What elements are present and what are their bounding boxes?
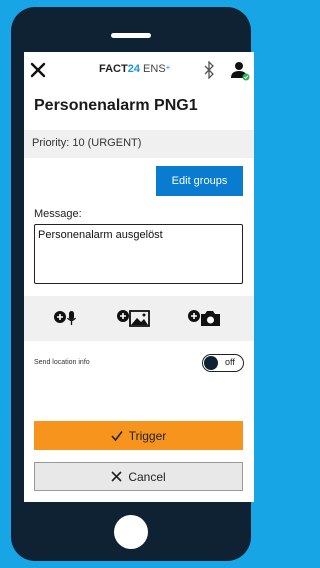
edit-groups-button[interactable]: Edit groups: [156, 166, 243, 196]
add-voice-icon[interactable]: [54, 309, 78, 327]
home-button[interactable]: [114, 515, 148, 549]
location-label: Send location info: [34, 359, 90, 366]
app-screen: FACT24 ENS+ Personenalarm PNG1 Priority:…: [24, 52, 254, 502]
logo-24: 24: [127, 63, 140, 75]
add-image-icon[interactable]: [117, 309, 151, 327]
logo-ens: ENS: [139, 63, 166, 75]
user-icon[interactable]: [230, 61, 250, 81]
trigger-button[interactable]: Trigger: [34, 421, 243, 450]
page-title: Personenalarm PNG1: [34, 97, 198, 114]
logo-fact: FACT: [99, 63, 128, 75]
top-bar: FACT24 ENS+: [24, 52, 254, 89]
cancel-label: Cancel: [128, 469, 166, 484]
trigger-label: Trigger: [128, 428, 167, 443]
app-logo: FACT24 ENS+: [99, 63, 170, 75]
toggle-knob: [204, 356, 218, 370]
x-icon: [111, 471, 122, 482]
close-icon[interactable]: [30, 62, 46, 78]
speaker-slot: [111, 33, 151, 38]
online-status-icon: [242, 73, 250, 81]
toggle-state: off: [225, 357, 235, 367]
add-photo-icon[interactable]: [188, 309, 222, 327]
message-label: Message:: [34, 208, 82, 220]
attachment-bar: [24, 296, 254, 341]
priority-text: Priority: 10 (URGENT): [24, 130, 254, 158]
cancel-button[interactable]: Cancel: [34, 462, 243, 491]
location-toggle[interactable]: off: [202, 354, 244, 372]
message-field[interactable]: Personenalarm ausgelöst: [34, 224, 243, 284]
logo-plus: +: [165, 63, 171, 72]
bluetooth-icon[interactable]: [204, 61, 214, 79]
check-icon: [111, 430, 123, 441]
